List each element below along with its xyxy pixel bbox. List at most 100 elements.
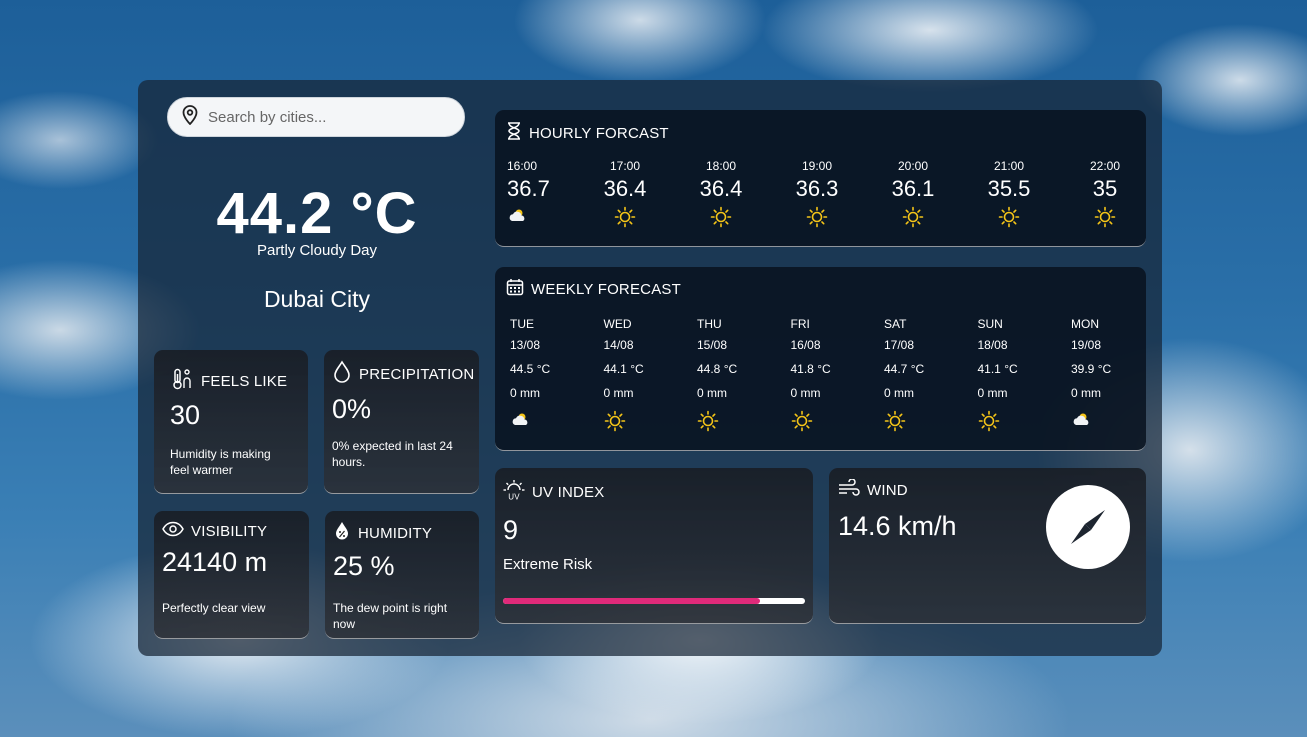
weekly-temp: 44.1 °C [603,362,644,376]
weekly-day-name: SAT [884,317,907,331]
hourly-item: 20:00 36.1 [891,159,935,228]
hourly-temp: 36.4 [603,176,647,201]
hourly-temp: 36.1 [891,176,935,201]
visibility-note: Perfectly clear view [162,601,266,615]
percent-drop-icon [333,521,358,545]
uv-progress-fill [503,598,760,604]
precipitation-title: PRECIPITATION [359,365,475,383]
hourly-time: 19:00 [801,159,833,173]
weekly-forecast-card: WEEKLY FORECAST TUE 13/08 44.5 °C 0 mm WED 14… [495,267,1146,451]
hourly-item: 22:00 35 [1083,159,1127,228]
weekly-precip: 0 mm [884,386,914,400]
wind-icon [838,478,867,501]
current-temperature: 44.2 °C [216,181,418,246]
precipitation-value: 0% [332,394,372,424]
sun-icon [978,410,1018,434]
eye-icon [162,521,191,541]
calendar-icon [506,278,531,300]
visibility-value: 24140 m [162,547,268,577]
hourly-item: 19:00 36.3 [795,159,839,228]
weekly-day-name: WED [603,317,632,331]
hourly-forecast-card: HOURLY FORCAST 16:00 36.7 17:00 36.4 18:00 36… [495,110,1146,247]
hourly-time: 21:00 [993,159,1025,173]
weekly-temp: 39.9 °C [1071,362,1112,376]
weekly-temp: 41.1 °C [977,362,1018,376]
weekly-temp: 44.5 °C [510,362,551,376]
sun-icon [603,206,647,228]
visibility-title: VISIBILITY [191,522,268,540]
uv-value: 9 [503,515,519,545]
hourglass-icon [506,122,529,144]
weekly-temp: 41.8 °C [790,362,831,376]
partly-cloudy-icon [507,206,551,224]
visibility-card: VISIBILITY 24140 m Perfectly clear view [154,511,309,639]
weekly-day-name: THU [697,317,722,331]
weekly-precip: 0 mm [1071,386,1101,400]
weekly-date: 16/08 [790,338,821,352]
feels-like-card: FEELS LIKE 30 Humidity is making feel wa… [154,350,308,494]
uv-index-card: UV UV INDEX 9 Extreme Risk [495,468,813,624]
sun-icon [1083,206,1127,228]
weekly-date: 14/08 [603,338,634,352]
hourly-temp: 36.7 [507,176,550,201]
droplet-icon [332,360,359,388]
weekly-day-name: SUN [977,317,1003,331]
hourly-item: 17:00 36.4 [603,159,647,228]
weekly-date: 13/08 [510,338,541,352]
wind-title: WIND [867,481,908,499]
weekly-precip: 0 mm [790,386,821,400]
uv-title: UV INDEX [532,483,605,501]
uv-sun-icon: UV [503,479,532,505]
weekly-date: 15/08 [697,338,728,352]
weekly-day: SUN 18/08 41.1 °C 0 mm [978,317,1018,434]
uv-progress-bar [503,598,805,604]
precipitation-card: PRECIPITATION 0% 0% expected in last 24 … [324,350,479,494]
weekly-date: 19/08 [1071,338,1102,352]
hourly-item: 16:00 36.7 [507,159,551,224]
sun-icon [987,206,1031,228]
thermometer-icon [170,368,201,394]
hourly-temp: 36.3 [795,176,839,201]
sun-icon [697,410,737,434]
weekly-precip: 0 mm [603,386,634,400]
humidity-title: HUMIDITY [358,524,433,542]
hourly-time: 22:00 [1089,159,1121,173]
hourly-time: 16:00 [507,159,538,173]
weekly-day: THU 15/08 44.8 °C 0 mm [697,317,737,434]
feels-like-note: Humidity is making feel warmer [170,447,271,477]
hourly-time: 17:00 [609,159,641,173]
humidity-note: The dew point is right now [333,601,448,631]
humidity-value: 25 % [333,551,395,581]
feels-like-title: FEELS LIKE [201,372,288,390]
current-condition: Partly Cloudy Day [256,242,378,259]
sun-icon [699,206,743,228]
weekly-day: MON 19/08 39.9 °C 0 mm [1071,317,1111,434]
weekly-day: FRI 16/08 41.8 °C 0 mm [791,317,831,434]
weekly-date: 17/08 [884,338,915,352]
hourly-time: 20:00 [897,159,929,173]
hourly-title: HOURLY FORCAST [529,124,669,142]
weekly-day-name: TUE [510,317,534,331]
sun-icon [604,410,644,434]
humidity-card: HUMIDITY 25 % The dew point is right now [325,511,479,639]
partly-cloudy-icon [510,410,550,434]
hourly-item: 18:00 36.4 [699,159,743,228]
uv-risk: Extreme Risk [503,556,593,573]
weekly-precip: 0 mm [510,386,540,400]
weekly-day: TUE 13/08 44.5 °C 0 mm [510,317,550,434]
hourly-item: 21:00 35.5 [987,159,1031,228]
search-bar[interactable] [167,97,465,137]
weekly-title: WEEKLY FORECAST [531,280,681,298]
search-input[interactable] [206,107,450,127]
partly-cloudy-icon [1071,410,1111,434]
precipitation-note: 0% expected in last 24 hours. [332,439,453,469]
sun-icon [891,206,935,228]
sun-icon [795,206,839,228]
compass-icon [1046,485,1130,569]
weekly-day: SAT 17/08 44.7 °C 0 mm [884,317,924,434]
sun-icon [791,410,831,434]
wind-card: WIND 14.6 km/h [829,468,1146,624]
hourly-time: 18:00 [705,159,737,173]
location-pin-icon [182,104,198,130]
weekly-day-name: FRI [790,317,810,331]
